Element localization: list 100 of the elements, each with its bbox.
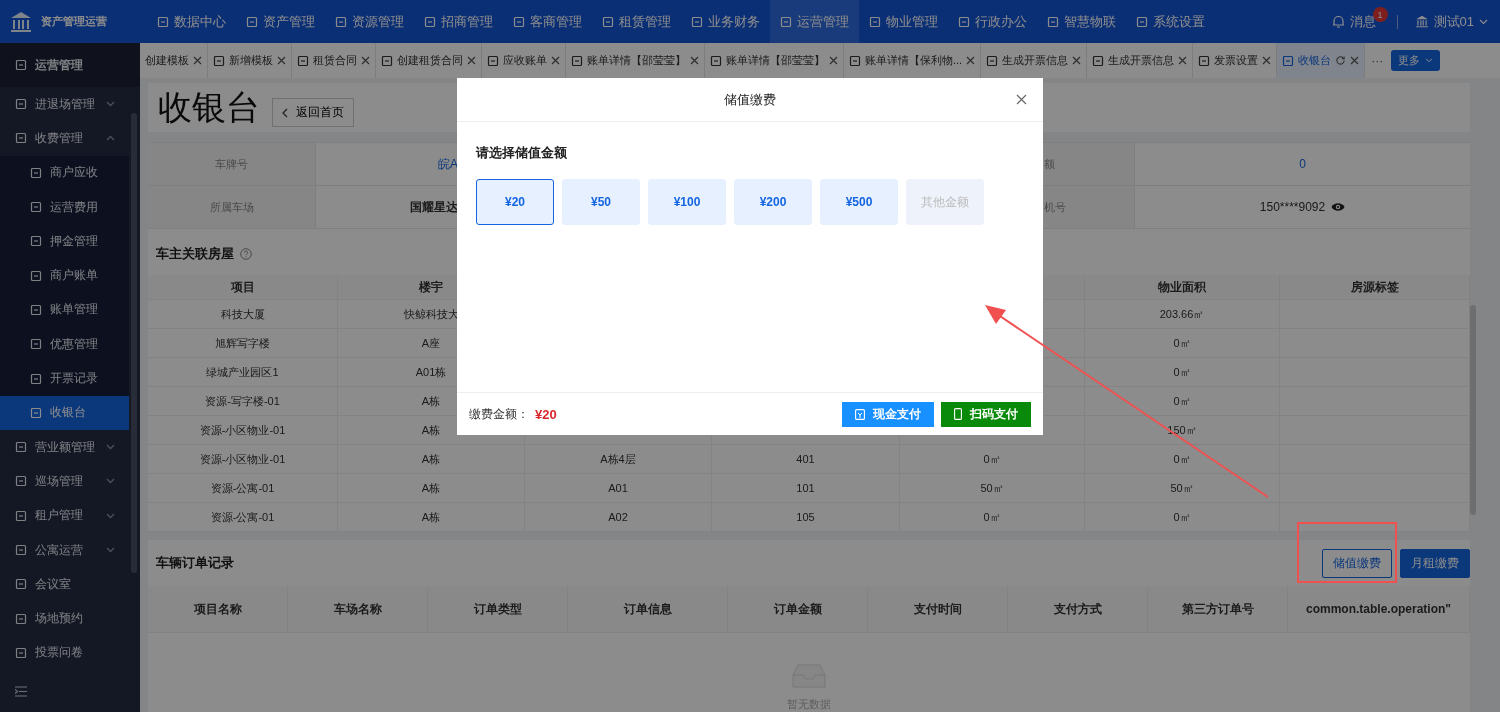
- sidebar-item[interactable]: 租户管理: [0, 498, 131, 533]
- table-cell: 150㎡: [1167, 422, 1197, 438]
- sidebar-item[interactable]: 公寓运营: [0, 532, 131, 568]
- sidebar-subitem[interactable]: 商户账单: [0, 258, 129, 293]
- close-icon[interactable]: [1350, 56, 1360, 65]
- field-value[interactable]: 皖A: [316, 143, 458, 185]
- table-cell: A栋: [421, 422, 441, 438]
- close-icon[interactable]: [361, 56, 370, 65]
- nav-item[interactable]: 运营管理: [770, 0, 859, 43]
- nav-item[interactable]: 招商管理: [414, 0, 503, 43]
- tab-label: 创建租赁合同: [397, 53, 463, 68]
- document-icon: [30, 201, 42, 214]
- bell-icon[interactable]: [1331, 14, 1345, 29]
- nav-item[interactable]: 租赁管理: [592, 0, 681, 43]
- sidebar-item[interactable]: 会议室: [0, 567, 131, 602]
- bank-icon: [1414, 15, 1429, 28]
- tab-label: 生成开票信息: [1108, 53, 1175, 68]
- phone-icon: [954, 408, 962, 420]
- close-icon[interactable]: [966, 56, 976, 65]
- amount-option[interactable]: ¥100: [648, 179, 726, 225]
- eye-icon[interactable]: [1331, 202, 1346, 212]
- nav-item[interactable]: 系统设置: [1126, 0, 1215, 43]
- action-button[interactable]: 储值缴费: [1322, 548, 1392, 578]
- section-title: 运营管理: [35, 56, 83, 74]
- sidebar-subitem[interactable]: 押金管理: [0, 224, 129, 259]
- user-menu[interactable]: 测试01: [1433, 12, 1474, 31]
- pay-button[interactable]: 现金支付: [842, 401, 934, 427]
- close-icon[interactable]: [1178, 56, 1188, 65]
- close-icon[interactable]: [277, 56, 286, 65]
- sidebar-subitem[interactable]: 开票记录: [0, 361, 129, 396]
- menu-label: 运营费用: [50, 198, 98, 216]
- close-icon[interactable]: [1016, 94, 1027, 105]
- document-icon: [30, 406, 42, 419]
- table-cell: 旭辉写字楼: [215, 335, 270, 351]
- close-icon[interactable]: [829, 56, 838, 65]
- nav-item[interactable]: 资产管理: [236, 0, 325, 43]
- table-cell: 资源-公寓-01: [210, 509, 275, 525]
- tab[interactable]: 新增模板: [208, 43, 292, 78]
- sidebar-subitem[interactable]: 运营费用: [0, 189, 129, 225]
- close-icon[interactable]: [1072, 56, 1082, 65]
- nav-item[interactable]: 业务财务: [681, 0, 770, 43]
- nav-item[interactable]: 数据中心: [147, 0, 236, 43]
- nav-item[interactable]: 智慧物联: [1037, 0, 1126, 43]
- table-cell: 资源-小区物业-01: [199, 451, 286, 467]
- sidebar-item[interactable]: 进退场管理: [0, 87, 131, 122]
- nav-item[interactable]: 物业管理: [859, 0, 948, 43]
- menu-label: 开票记录: [50, 370, 98, 387]
- amount-option[interactable]: ¥50: [562, 179, 640, 225]
- amount-option[interactable]: ¥200: [734, 179, 812, 225]
- sidebar-item[interactable]: 投票问卷: [0, 635, 131, 671]
- document-icon: [157, 15, 169, 28]
- amount-option[interactable]: ¥500: [820, 179, 898, 225]
- document-icon: [15, 509, 27, 522]
- tab[interactable]: 创建模板: [140, 43, 208, 78]
- menu-label: 账单管理: [50, 301, 98, 319]
- app-name: 资产管理运营: [41, 14, 107, 29]
- document-icon: [15, 132, 27, 145]
- document-icon: [1047, 15, 1059, 28]
- more-button[interactable]: 更多: [1391, 50, 1441, 71]
- close-icon[interactable]: [690, 56, 699, 65]
- document-icon: [30, 269, 42, 282]
- nav-item[interactable]: 资源管理: [325, 0, 414, 43]
- menu-collapse-icon[interactable]: [15, 686, 27, 697]
- sidebar-subitem[interactable]: 账单管理: [0, 292, 129, 328]
- refresh-icon[interactable]: [1335, 55, 1347, 66]
- close-icon[interactable]: [193, 56, 202, 65]
- document-icon: [1282, 54, 1295, 67]
- column-header: 订单类型: [473, 600, 522, 618]
- nav-item[interactable]: 客商管理: [503, 0, 592, 43]
- close-icon[interactable]: [551, 56, 560, 65]
- back-button[interactable]: 返回首页: [272, 98, 354, 127]
- sidebar-item[interactable]: 场地预约: [0, 601, 131, 636]
- document-icon: [1092, 54, 1105, 67]
- column-header: common.table.operation": [1305, 602, 1451, 616]
- scrollbar[interactable]: [1470, 305, 1476, 515]
- table-cell: 0㎡: [1173, 509, 1191, 525]
- tab[interactable]: 生成开票信息: [1087, 43, 1194, 78]
- tab[interactable]: 租赁合同: [292, 43, 376, 78]
- table-cell: 0㎡: [983, 451, 1001, 467]
- close-icon[interactable]: [467, 56, 476, 65]
- help-icon[interactable]: [240, 248, 252, 260]
- sidebar-subitem[interactable]: 收银台: [0, 395, 129, 430]
- table-cell: 50㎡: [980, 480, 1004, 496]
- amount-option[interactable]: ¥20: [476, 179, 554, 225]
- pay-button[interactable]: 扫码支付: [941, 401, 1031, 427]
- sidebar-item[interactable]: 收费管理: [0, 121, 131, 156]
- menu-label: 押金管理: [50, 232, 98, 250]
- dialog-title: 储值缴费: [724, 90, 776, 109]
- nav-item[interactable]: 行政办公: [948, 0, 1037, 43]
- tab[interactable]: 收银台: [1277, 43, 1366, 78]
- sidebar-subitem[interactable]: 优惠管理: [0, 327, 129, 362]
- more-tabs-button[interactable]: ···: [1365, 53, 1390, 68]
- table-cell: 资源-公寓-01: [210, 480, 275, 496]
- field-value[interactable]: 0: [1299, 157, 1306, 171]
- close-icon[interactable]: [1262, 56, 1272, 65]
- sidebar-item[interactable]: 巡场管理: [0, 464, 131, 499]
- field-value: 国耀星达: [409, 198, 458, 216]
- sidebar-subitem[interactable]: 商户应收: [0, 155, 129, 190]
- action-button[interactable]: 月租缴费: [1400, 548, 1470, 578]
- document-icon: [213, 54, 225, 67]
